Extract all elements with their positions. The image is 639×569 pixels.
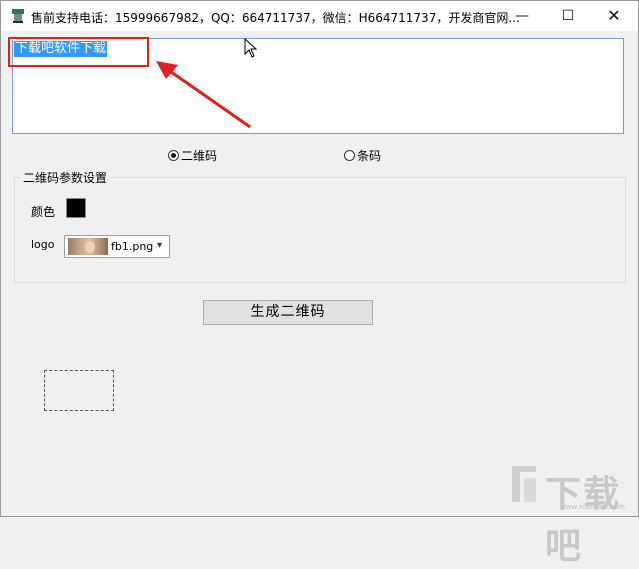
- radio-qrcode-label: 二维码: [181, 149, 218, 163]
- maximize-button[interactable]: ☐: [545, 1, 591, 31]
- minimize-button[interactable]: —: [499, 1, 545, 31]
- radio-barcode[interactable]: 条码: [344, 147, 381, 164]
- app-icon: [12, 9, 24, 23]
- qr-settings-group-title: 二维码参数设置: [20, 169, 111, 186]
- watermark-text: 下载吧: [545, 474, 622, 567]
- logo-thumbnail-image: [68, 238, 108, 255]
- generate-qrcode-button[interactable]: 生成二维码: [203, 300, 373, 325]
- color-swatch[interactable]: [66, 198, 86, 218]
- watermark-logo-icon: [512, 466, 536, 502]
- qrcode-preview-area: [44, 370, 114, 411]
- radio-qrcode[interactable]: 二维码: [168, 147, 217, 164]
- watermark-url: www.xiazaiba.com: [560, 503, 625, 511]
- title-bar[interactable]: 售前支持电话：15999667982，QQ：664711737，微信：H6647…: [1, 1, 638, 31]
- annotation-arrow-icon: [156, 61, 251, 129]
- close-button[interactable]: ✕: [591, 1, 637, 31]
- chevron-down-icon[interactable]: ▾: [157, 240, 162, 251]
- color-label: 颜色: [31, 205, 56, 219]
- annotation-highlight-box: [8, 37, 149, 67]
- logo-file-name: fb1.png: [111, 240, 154, 253]
- radio-barcode-label: 条码: [357, 149, 382, 163]
- radio-dot[interactable]: [344, 150, 355, 161]
- radio-dot-selected[interactable]: [168, 150, 179, 161]
- logo-label: logo: [31, 238, 55, 251]
- window-title: 售前支持电话：15999667982，QQ：664711737，微信：H6647…: [31, 11, 520, 25]
- logo-select[interactable]: fb1.png ▾: [64, 235, 170, 258]
- qr-settings-group: [14, 177, 626, 283]
- mouse-cursor-icon: [244, 38, 258, 58]
